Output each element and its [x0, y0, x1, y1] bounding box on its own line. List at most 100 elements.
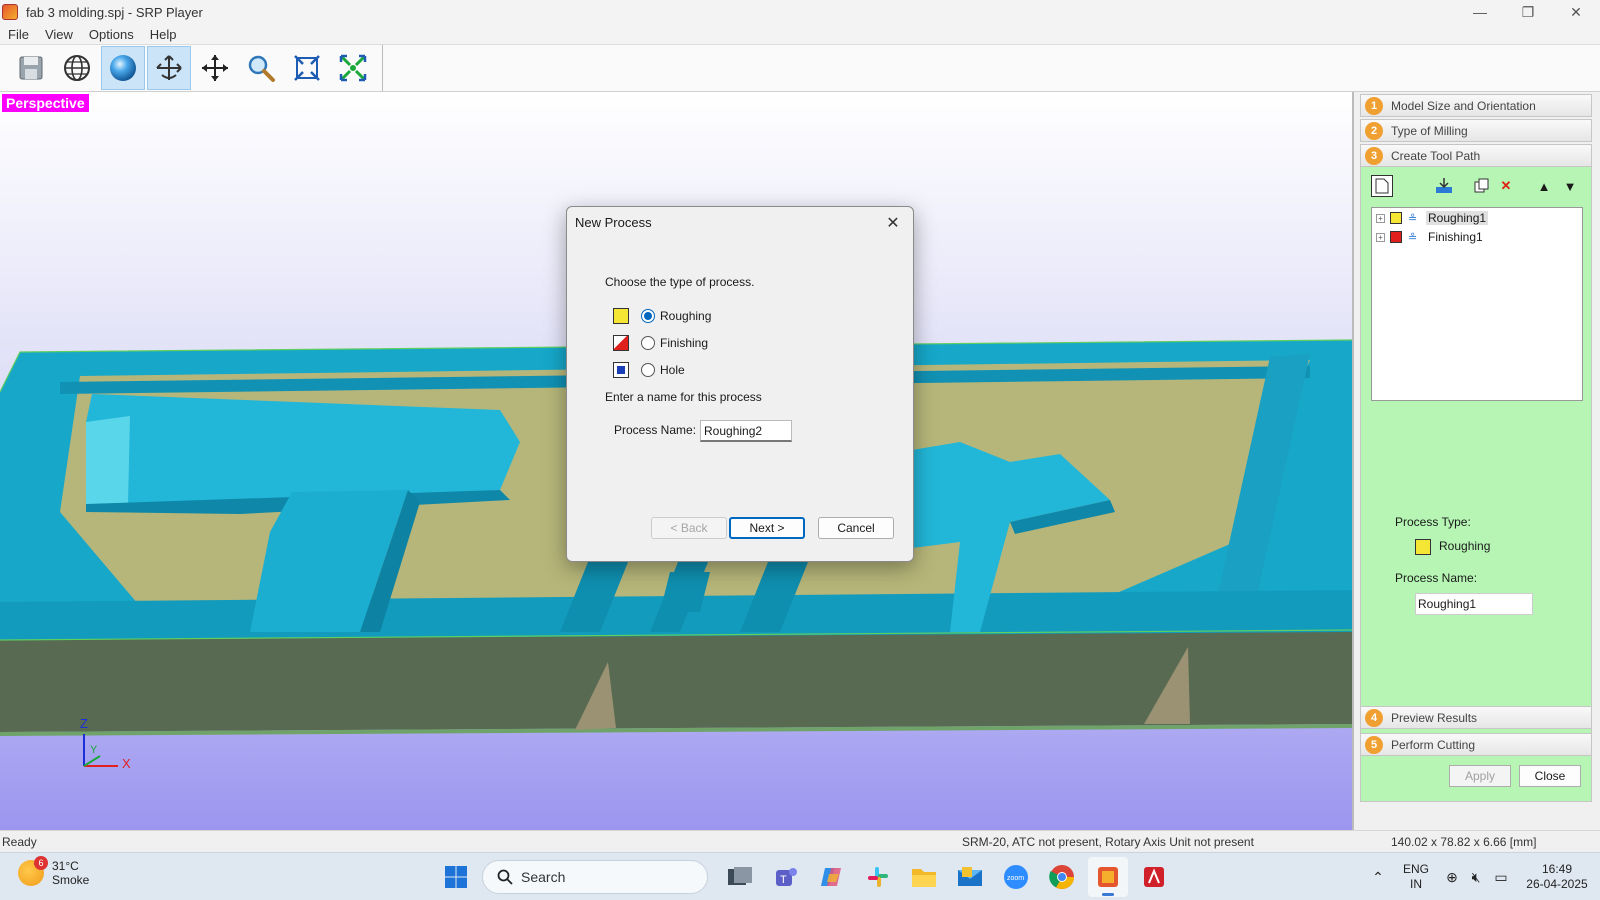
new-document-icon: [1375, 178, 1389, 194]
shaded-sphere-icon: [110, 55, 136, 81]
zoom-meeting-icon: zoom: [1004, 865, 1028, 889]
file-explorer-app[interactable]: [904, 857, 944, 897]
system-tray: ⌃ ENG IN ⊕ 🔇︎ ▭ 16:49 26-04-2025: [1364, 853, 1600, 900]
srp-player-app[interactable]: [1088, 857, 1128, 897]
slack-icon: [868, 867, 888, 887]
wireframe-view-button[interactable]: [55, 46, 99, 90]
save-button[interactable]: [9, 46, 53, 90]
step-model-size[interactable]: 1 Model Size and Orientation: [1360, 94, 1592, 117]
menu-file[interactable]: File: [0, 27, 37, 42]
model-dimensions: 140.02 x 78.82 x 6.66 [mm]: [1391, 835, 1537, 849]
menu-options[interactable]: Options: [81, 27, 142, 42]
step-preview-results[interactable]: 4 Preview Results: [1360, 706, 1592, 729]
import-process-button[interactable]: [1433, 175, 1455, 197]
move-up-button[interactable]: ▲: [1533, 175, 1555, 197]
option-hole[interactable]: Hole: [613, 361, 685, 379]
step-perform-cutting[interactable]: 5 Perform Cutting: [1360, 733, 1592, 756]
network-icon[interactable]: ⊕: [1440, 869, 1464, 886]
task-view-button[interactable]: [720, 857, 760, 897]
copilot-app[interactable]: [812, 857, 852, 897]
status-text: Ready: [2, 835, 37, 849]
hole-radio[interactable]: [641, 363, 655, 377]
save-icon: [19, 56, 43, 80]
globe-wireframe-icon: [64, 55, 90, 81]
dialog-close-button[interactable]: ✕: [881, 211, 905, 235]
show-hidden-icons-button[interactable]: ⌃: [1364, 869, 1392, 886]
menu-bar: File View Options Help: [0, 24, 1600, 44]
pan-button[interactable]: [193, 46, 237, 90]
back-button[interactable]: < Back: [651, 517, 727, 539]
zoom-button[interactable]: [239, 46, 283, 90]
step-type-of-milling[interactable]: 2 Type of Milling: [1360, 119, 1592, 142]
menu-view[interactable]: View: [37, 27, 81, 42]
mail-icon: [958, 867, 982, 886]
move-down-button[interactable]: ▼: [1559, 175, 1581, 197]
process-icon: ≗: [1408, 232, 1418, 244]
finishing-radio[interactable]: [641, 336, 655, 350]
zoom-app[interactable]: zoom: [996, 857, 1036, 897]
delete-process-button[interactable]: ✕: [1495, 175, 1517, 197]
maximize-button[interactable]: ❐: [1504, 0, 1552, 24]
step-label: Model Size and Orientation: [1391, 98, 1536, 113]
expand-toggle[interactable]: +: [1376, 213, 1385, 223]
view-mode-label: Perspective: [2, 94, 89, 112]
copy-process-button[interactable]: [1471, 175, 1493, 197]
roughing-icon: [613, 308, 629, 324]
zoom-icon: [248, 55, 275, 82]
svg-text:zoom: zoom: [1007, 875, 1024, 882]
rotate-view-button[interactable]: [147, 46, 191, 90]
hole-icon: [613, 362, 629, 378]
close-panel-button[interactable]: Close: [1519, 765, 1581, 787]
teams-app[interactable]: T: [766, 857, 806, 897]
option-finishing[interactable]: Finishing: [613, 334, 708, 352]
language-indicator[interactable]: ENG IN: [1392, 862, 1440, 892]
step-create-tool-path[interactable]: 3 Create Tool Path: [1360, 144, 1592, 167]
process-name-label: Process Name:: [614, 423, 697, 437]
process-tree[interactable]: + ≗ Roughing1 + ≗ Finishing1: [1371, 207, 1583, 401]
svg-text:T: T: [780, 874, 787, 886]
process-name-field[interactable]: Roughing1: [1415, 593, 1533, 615]
menu-help[interactable]: Help: [142, 27, 185, 42]
slack-app[interactable]: [858, 857, 898, 897]
volume-icon[interactable]: 🔇︎: [1464, 869, 1488, 886]
taskbar-search[interactable]: Search: [482, 860, 708, 894]
zoom-extents-button[interactable]: [331, 46, 375, 90]
apply-button[interactable]: Apply: [1449, 765, 1511, 787]
search-label: Search: [521, 869, 566, 885]
tree-item-roughing1[interactable]: + ≗ Roughing1: [1372, 209, 1582, 227]
start-button[interactable]: [436, 857, 476, 897]
copy-icon: [1474, 178, 1489, 193]
chrome-app[interactable]: [1042, 857, 1082, 897]
next-button[interactable]: Next >: [729, 517, 805, 539]
notification-badge: 6: [34, 856, 48, 870]
shaded-view-button[interactable]: [101, 46, 145, 90]
minimize-button[interactable]: —: [1456, 0, 1504, 24]
option-roughing[interactable]: Roughing: [613, 307, 711, 325]
roughing-checkbox-icon[interactable]: [1390, 212, 1402, 224]
close-window-button[interactable]: ✕: [1552, 0, 1600, 24]
process-name-input[interactable]: Roughing2: [700, 420, 792, 442]
arrow-up-icon: ▲: [1537, 178, 1551, 194]
cancel-button[interactable]: Cancel: [818, 517, 894, 539]
weather-widget[interactable]: 6 31°C Smoke: [18, 856, 90, 887]
title-bar: fab 3 molding.spj - SRP Player — ❐ ✕: [0, 0, 1600, 24]
pdf-app[interactable]: [1134, 857, 1174, 897]
weather-condition: Smoke: [52, 873, 90, 887]
step-label: Type of Milling: [1391, 123, 1468, 138]
fit-view-button[interactable]: [285, 46, 329, 90]
taskbar: 6 31°C Smoke Search T zoom ⌃ ENG IN ⊕ 🔇︎…: [0, 852, 1600, 900]
tree-item-finishing1[interactable]: + ≗ Finishing1: [1372, 228, 1582, 246]
mail-app[interactable]: [950, 857, 990, 897]
chrome-icon: [1049, 865, 1074, 890]
pdf-reader-icon: [1144, 867, 1164, 887]
new-process-button[interactable]: [1371, 175, 1393, 197]
axis-z-label: Z: [80, 716, 88, 731]
roughing-radio[interactable]: [641, 309, 655, 323]
expand-toggle[interactable]: +: [1376, 232, 1385, 242]
clock[interactable]: 16:49 26-04-2025: [1514, 862, 1600, 892]
zoom-extents-icon: [339, 54, 367, 82]
copilot-icon: [821, 868, 841, 886]
finishing-checkbox-icon[interactable]: [1390, 231, 1402, 243]
battery-icon[interactable]: ▭: [1488, 869, 1514, 886]
delete-icon: ✕: [1500, 178, 1512, 193]
